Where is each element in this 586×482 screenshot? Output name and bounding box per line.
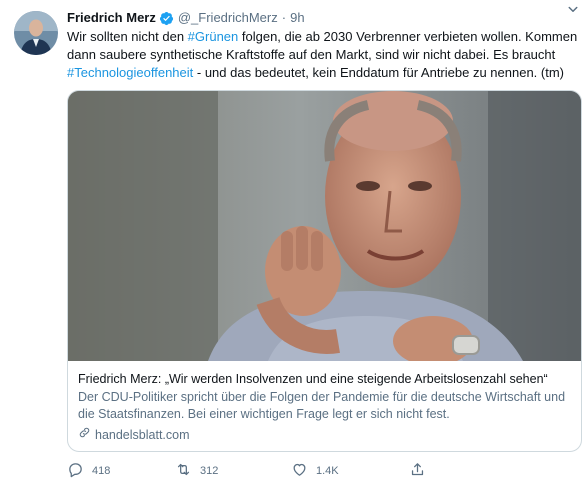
card-title: Friedrich Merz: „Wir werden Insolvenzen … xyxy=(78,372,548,386)
tweet[interactable]: Friedrich Merz @_FriedrichMerz · 9h Wir … xyxy=(0,0,586,482)
reply-button[interactable]: 418 xyxy=(67,461,110,481)
tweet-content: Friedrich Merz @_FriedrichMerz · 9h Wir … xyxy=(67,9,582,82)
caret-down-icon[interactable] xyxy=(564,0,582,18)
retweet-icon xyxy=(175,461,200,481)
card-image xyxy=(68,91,581,361)
like-icon xyxy=(291,461,316,481)
card-domain: handelsblatt.com xyxy=(78,426,571,444)
tweet-header: Friedrich Merz @_FriedrichMerz · 9h xyxy=(67,9,582,27)
retweet-count: 312 xyxy=(200,465,219,477)
card-domain-text: handelsblatt.com xyxy=(95,427,190,442)
link-icon xyxy=(78,426,95,444)
share-button[interactable] xyxy=(409,461,434,481)
reply-count: 418 xyxy=(92,465,111,477)
tweet-text: Wir sollten nicht den #Grünen folgen, di… xyxy=(67,28,582,82)
verified-badge-icon xyxy=(159,11,174,26)
retweet-button[interactable]: 312 xyxy=(175,461,218,481)
link-card[interactable]: Friedrich Merz: „Wir werden Insolvenzen … xyxy=(67,90,582,452)
tweet-text-part: - und das bedeutet, kein Enddatum für An… xyxy=(193,65,564,80)
tweet-text-part: Wir sollten nicht den xyxy=(67,29,188,44)
avatar[interactable] xyxy=(14,11,58,55)
like-count: 1.4K xyxy=(316,465,339,477)
reply-icon xyxy=(67,461,92,481)
card-body: Friedrich Merz: „Wir werden Insolvenzen … xyxy=(68,361,581,444)
timestamp[interactable]: 9h xyxy=(290,9,304,27)
hashtag-link[interactable]: #Grünen xyxy=(188,29,239,44)
handle[interactable]: @_FriedrichMerz xyxy=(178,9,278,27)
tweet-actions: 418 312 1.4K xyxy=(67,461,497,481)
hashtag-link[interactable]: #Technologieoffenheit xyxy=(67,65,193,80)
like-button[interactable]: 1.4K xyxy=(291,461,339,481)
share-icon xyxy=(409,461,434,481)
separator: · xyxy=(281,10,287,25)
card-description: Der CDU-Politiker spricht über die Folge… xyxy=(78,390,566,421)
display-name[interactable]: Friedrich Merz xyxy=(67,9,156,27)
